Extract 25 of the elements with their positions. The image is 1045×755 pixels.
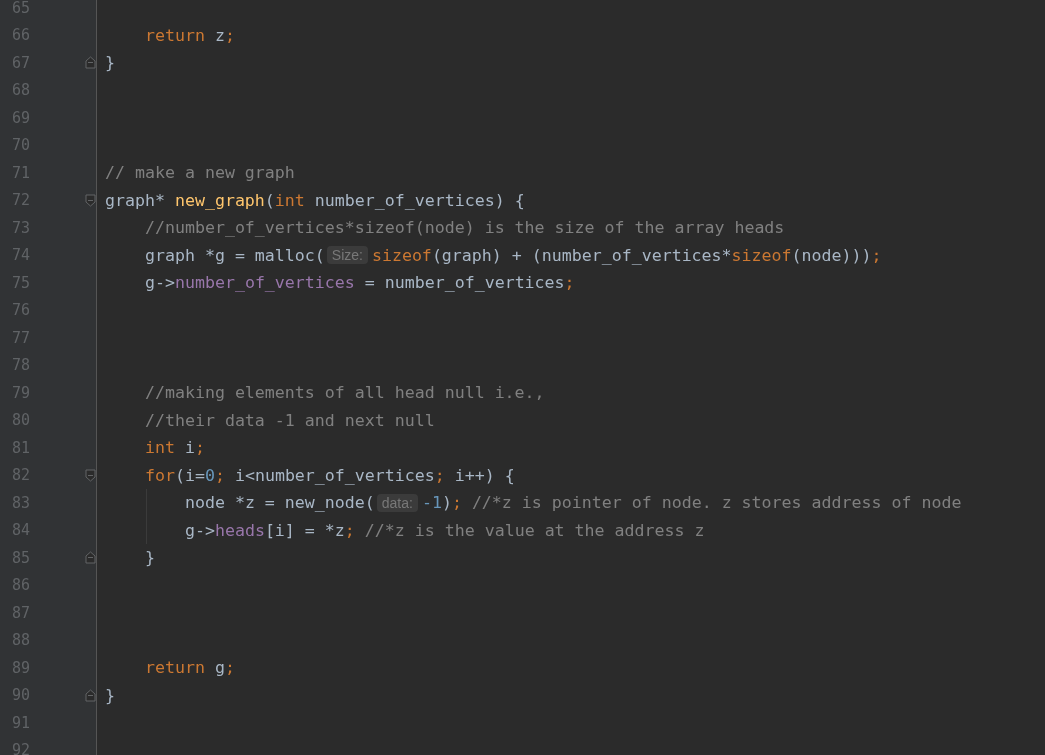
- code-text: }: [105, 53, 115, 73]
- code-text: graph* new_graph(int number_of_vertices) {: [105, 190, 525, 210]
- code-text: sizeof(graph) + (number_of_vertices*sizeof(node)));: [371, 245, 882, 265]
- parameter-hint: Size:: [326, 246, 368, 265]
- code-text: g->number_of_vertices = number_of_vertices;: [144, 273, 575, 293]
- fold-collapse-icon[interactable]: [85, 468, 96, 482]
- code-text: return z;: [144, 25, 235, 45]
- code-text: // make a new graph: [105, 163, 295, 183]
- fold-end-icon[interactable]: [85, 688, 96, 702]
- code-text: for(i=0; i<number_of_vertices; i++) {: [144, 465, 515, 485]
- code-text: //making elements of all head null i.e.,: [144, 383, 545, 403]
- code-text: return g;: [144, 658, 235, 678]
- fold-collapse-icon[interactable]: [85, 193, 96, 207]
- code-text: node *z = new_node(: [184, 493, 375, 513]
- parameter-hint: data:: [376, 493, 418, 512]
- code-text: }: [144, 548, 155, 568]
- code-text: g->heads[i] = *z; //*z is the value at the address z: [184, 520, 705, 540]
- code-text: }: [105, 685, 115, 705]
- fold-end-icon[interactable]: [85, 551, 96, 564]
- fold-end-icon[interactable]: [85, 56, 96, 69]
- code-text: -1); //*z is pointer of node. z stores address of node: [421, 493, 962, 513]
- code-text: int i;: [144, 438, 205, 458]
- code-text: //their data -1 and next null: [144, 410, 435, 430]
- code-text: graph *g = malloc(: [144, 245, 325, 265]
- code-text: //number_of_vertices*sizeof(node) is the size of the array heads: [144, 218, 785, 238]
